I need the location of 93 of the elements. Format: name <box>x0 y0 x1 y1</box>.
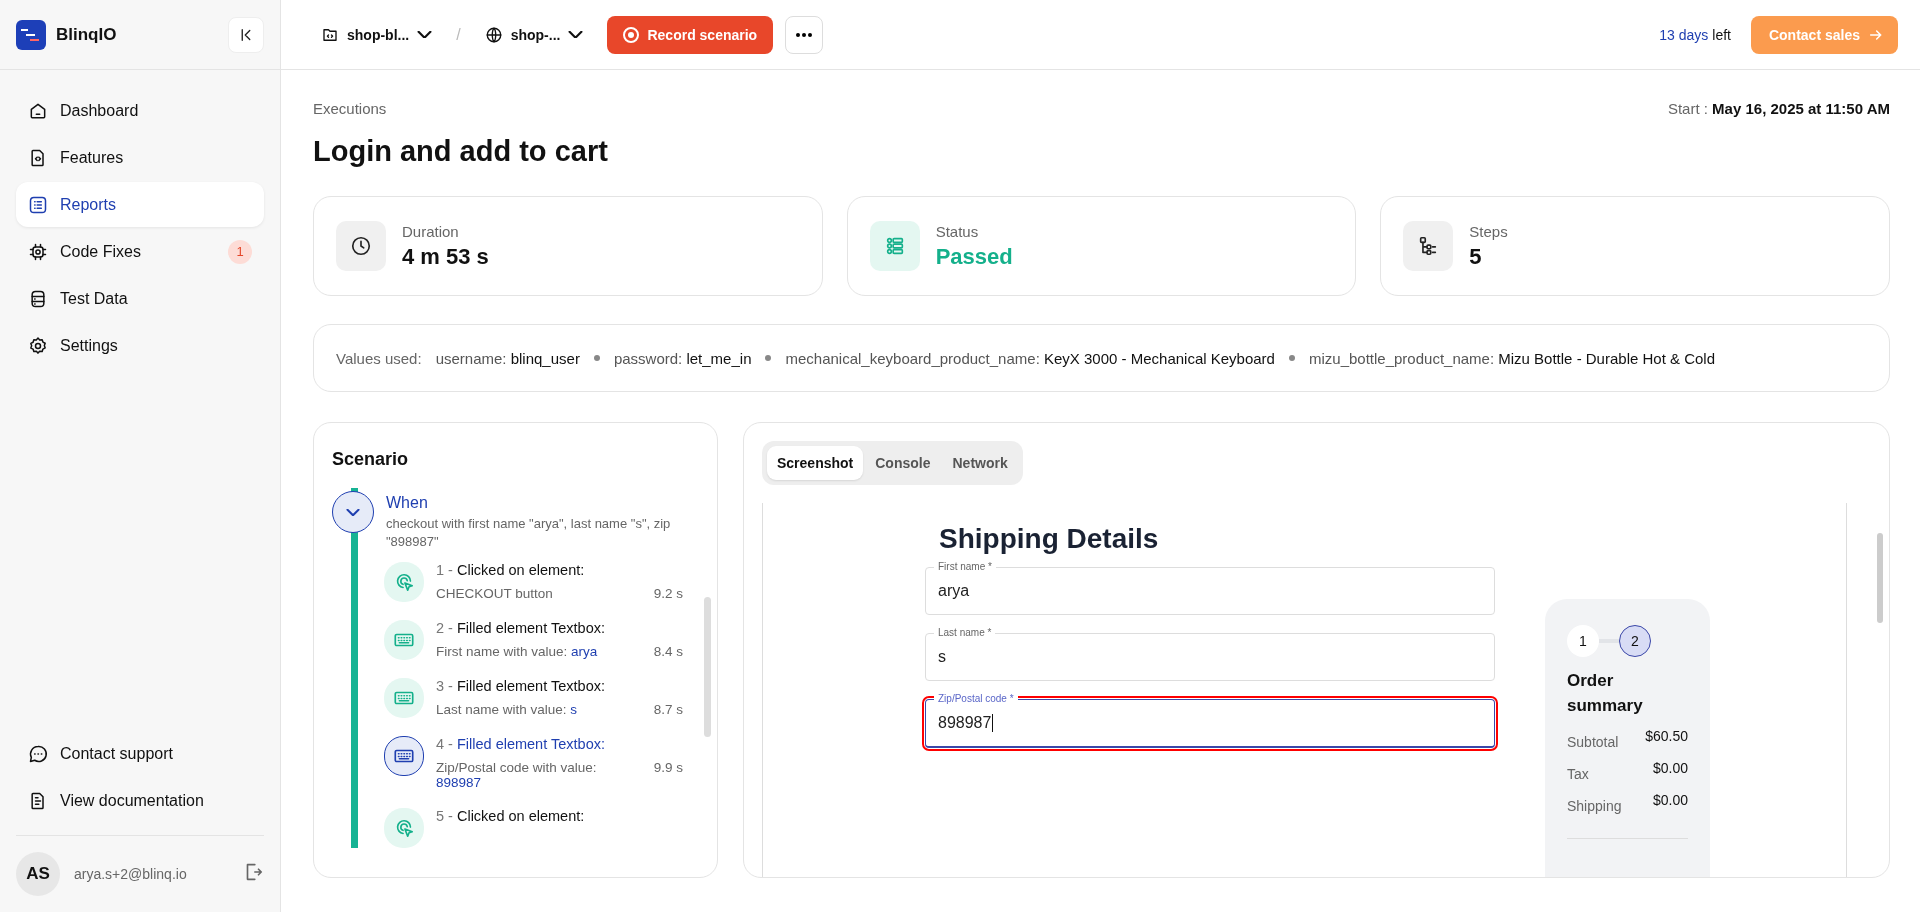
tab[interactable]: Network <box>942 446 1018 480</box>
step-title: 5 - Clicked on element: <box>436 808 586 825</box>
chip-icon <box>28 241 48 262</box>
clock-icon <box>350 235 372 257</box>
step-detail: Zip/Postal code with value: 898987 <box>436 760 598 791</box>
chevron-down-icon <box>346 508 360 516</box>
panel-title: Scenario <box>332 449 410 470</box>
record-scenario-button[interactable]: Record scenario <box>607 15 774 54</box>
logo-icon <box>16 19 46 50</box>
scrollbar[interactable] <box>1877 533 1883 623</box>
more-icon <box>795 32 814 37</box>
globe-icon <box>484 25 503 44</box>
sidebar-item[interactable]: Settings <box>16 323 264 368</box>
values-label: Values used: <box>336 349 422 367</box>
field-label: Last name * <box>934 627 996 639</box>
database-icon <box>28 288 48 309</box>
collapse-sidebar-button[interactable] <box>228 16 264 53</box>
stat-label: Duration <box>402 222 460 240</box>
sidebar-link[interactable]: Contact support <box>16 731 264 776</box>
trial-days-text: 13 days left <box>1659 26 1731 43</box>
environment-selector[interactable]: shop-... <box>478 25 590 44</box>
separator-dot <box>593 355 600 361</box>
sidebar-item[interactable]: Test Data <box>16 276 264 321</box>
step-indicator: 2 <box>1619 625 1651 657</box>
field-value: arya <box>938 582 970 600</box>
step-detail: First name with value: arya <box>436 644 598 660</box>
collapse-button[interactable] <box>332 491 374 533</box>
tab[interactable]: Console <box>865 446 941 480</box>
page-title: Login and add to cart <box>313 135 609 168</box>
tab[interactable]: Screenshot <box>767 446 864 480</box>
summary-value: $60.50 <box>1645 728 1688 747</box>
breadcrumb: Executions <box>313 100 387 117</box>
step-item[interactable]: 2 - Filled element Textbox: First name with value: arya 8.4 s <box>384 620 683 661</box>
separator-dot <box>765 355 772 361</box>
step-item[interactable]: 5 - Clicked on element: <box>384 808 683 849</box>
breadcrumb-separator: / <box>456 25 461 44</box>
sidebar-link[interactable]: View documentation <box>16 778 264 823</box>
stat-value: 4 m 53 s <box>402 243 489 270</box>
step-item[interactable]: 4 - Filled element Textbox: Zip/Postal code with value: 898987 9.9 s <box>384 736 683 791</box>
separator-dot <box>1288 355 1295 361</box>
step-keyword: When <box>386 494 429 512</box>
project-selector[interactable]: shop-bl... <box>315 25 439 44</box>
summary-value: $0.00 <box>1652 760 1688 779</box>
text-cursor <box>992 714 994 732</box>
step-detail: CHECKOUT button <box>436 586 553 602</box>
stat-value: Passed <box>935 243 1013 270</box>
chat-icon <box>28 743 48 764</box>
stat-value: 5 <box>1469 243 1483 270</box>
scrollbar[interactable] <box>704 597 711 737</box>
sidebar-item[interactable]: Reports <box>16 182 264 227</box>
sidebar-item[interactable]: Dashboard <box>16 88 264 133</box>
field-value: s <box>938 648 946 666</box>
value-entry: username: blinq_user <box>435 349 580 367</box>
field-value: 898987 <box>938 714 992 732</box>
step-item[interactable]: 1 - Clicked on element: CHECKOUT button 9.2 s <box>384 562 683 603</box>
user-email: arya.s+2@blinq.io <box>74 866 188 882</box>
stat-label: Status <box>935 222 980 240</box>
value-entry: mechanical_keyboard_product_name: KeyX 3000 - Mechanical Keyboard <box>785 349 1275 367</box>
user-avatar: AS <box>16 852 60 896</box>
step-title: 1 - Clicked on element: <box>436 562 586 579</box>
step-duration: 9.2 s <box>653 586 683 602</box>
settings-icon <box>28 335 48 356</box>
step-indicator: 1 <box>1567 625 1599 657</box>
stat-label: Steps <box>1469 222 1508 240</box>
summary-label: Tax <box>1567 766 1589 783</box>
step-title: 3 - Filled element Textbox: <box>436 678 606 695</box>
chevron-down-icon <box>417 30 433 39</box>
brand-name: BlinqIO <box>56 24 118 45</box>
record-icon <box>623 26 640 43</box>
list-icon <box>28 194 48 215</box>
sidebar-item[interactable]: Features <box>16 135 264 180</box>
start-time: Start : May 16, 2025 at 11:50 AM <box>1667 100 1890 117</box>
summary-label: Subtotal <box>1567 734 1619 751</box>
field-label: Zip/Postal code * <box>934 693 1018 705</box>
summary-label: Shipping <box>1567 798 1622 815</box>
step-title: 4 - Filled element Textbox: <box>436 736 606 753</box>
step-duration: 9.9 s <box>653 760 683 778</box>
step-duration: 8.7 s <box>653 702 683 718</box>
step-item[interactable]: 3 - Filled element Textbox: Last name with value: s 8.7 s <box>384 678 683 719</box>
summary-title: Order summary <box>1567 670 1644 717</box>
count-badge: 1 <box>228 239 252 264</box>
value-entry: mizu_bottle_product_name: Mizu Bottle - Durable Hot & Cold <box>1308 349 1716 367</box>
step-detail: Last name with value: s <box>436 702 578 718</box>
field-label: First name * <box>934 561 996 573</box>
more-options-button[interactable] <box>785 15 824 54</box>
form-heading: Shipping Details <box>939 523 1160 555</box>
summary-value: $0.00 <box>1652 792 1688 811</box>
step-duration: 8.4 s <box>653 644 683 660</box>
value-entry: password: let_me_in <box>613 349 752 367</box>
chevron-down-icon <box>568 30 584 39</box>
step-title: 2 - Filled element Textbox: <box>436 620 606 637</box>
sidebar-item[interactable]: Code Fixes 1 <box>16 229 264 274</box>
step-description: checkout with first name "arya", last name "s", zip "898987" <box>386 515 672 551</box>
